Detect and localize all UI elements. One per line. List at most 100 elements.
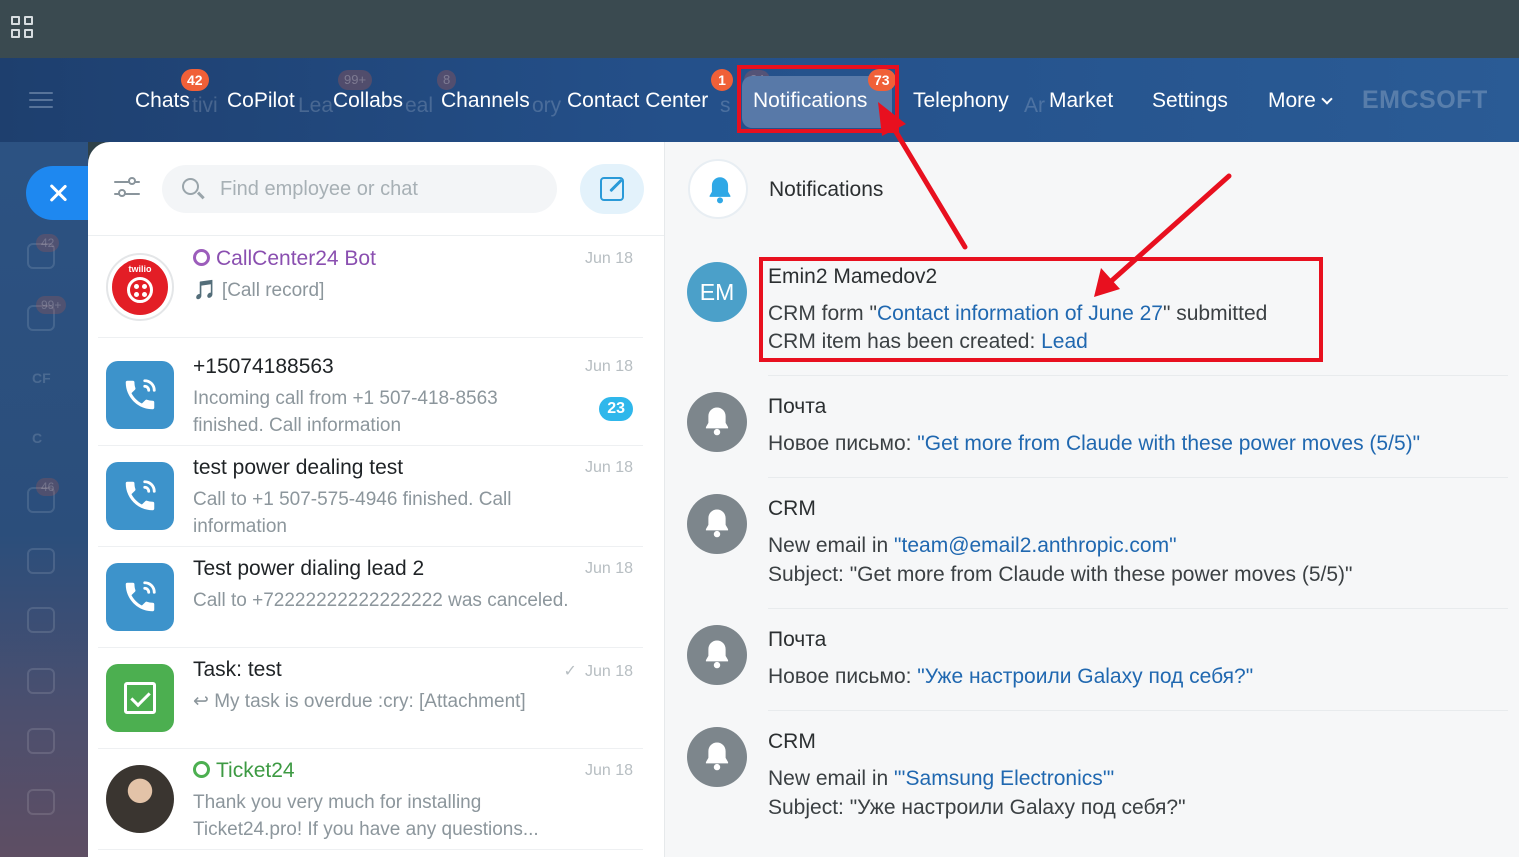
ghost-text: eal [405, 94, 434, 117]
notification-subject: Subject: "Get more from Claude with thes… [768, 563, 1353, 586]
search-input[interactable] [220, 165, 540, 213]
chat-list-item[interactable]: Test power dialing lead 2 Call to +72222… [98, 547, 643, 648]
menu-icon[interactable] [29, 92, 53, 108]
ghost-text: tivi [192, 94, 218, 117]
chat-date-text: Jun 18 [584, 663, 633, 680]
chat-preview: Call to +72222222222222222 was canceled. [193, 590, 569, 611]
notification-author: CRM [768, 730, 816, 753]
chat-date: Jun 18 [584, 560, 633, 577]
phone-avatar [106, 462, 174, 530]
highlight-box-notifications-tab [737, 65, 899, 133]
bot-icon [193, 761, 210, 778]
unread-counter: 23 [599, 397, 633, 421]
chat-title-text: CallCenter24 Bot [216, 247, 376, 270]
rail-label: C [32, 430, 43, 446]
bell-icon [687, 727, 747, 787]
nav-contact-center[interactable]: Contact Center [567, 88, 708, 114]
mailbox-link[interactable]: "team@email2.anthropic.com" [894, 534, 1177, 557]
task-check-icon [124, 682, 156, 714]
bell-icon [687, 494, 747, 554]
chat-list-item[interactable]: Ticket24 Thank you very much for install… [98, 749, 643, 850]
chat-list-item[interactable]: twilio CallCenter24 Bot 🎵 [Call record] … [98, 237, 643, 338]
twilio-logo-icon [127, 277, 153, 303]
divider [768, 710, 1508, 711]
twilio-avatar: twilio [106, 253, 174, 321]
close-button[interactable] [26, 166, 88, 220]
bell-icon [688, 159, 748, 219]
twilio-logo-text: twilio [128, 264, 152, 274]
filter-icon[interactable] [114, 176, 140, 200]
email-link[interactable]: "Уже настроили Galaxy под себя?" [917, 665, 1253, 688]
apps-grid-icon[interactable] [11, 16, 33, 38]
chat-list-item[interactable]: +15074188563 Incoming call from +1 507-4… [98, 345, 643, 446]
nav-telephony[interactable]: Telephony [913, 88, 1009, 114]
nav-market[interactable]: Market [1049, 88, 1113, 114]
nav-copilot[interactable]: CoPilot [227, 88, 295, 114]
divider [768, 608, 1508, 609]
user-avatar[interactable]: EM [687, 262, 747, 322]
chat-list-item[interactable]: test power dealing test Call to +1 507-5… [98, 446, 643, 547]
phone-call-icon [125, 480, 156, 511]
nav-channels[interactable]: Channels [441, 88, 530, 114]
nav-settings[interactable]: Settings [1152, 88, 1228, 114]
calendar-icon[interactable] [27, 728, 55, 754]
notification-text: Новое письмо: "Get more from Claude with… [768, 432, 1420, 456]
drive-icon[interactable] [27, 789, 55, 815]
chat-list-header [88, 142, 664, 236]
chat-title: CallCenter24 Bot [193, 247, 376, 271]
ghost-text: s [720, 94, 731, 117]
chat-preview: Incoming call from +1 507-418-8563 finis… [193, 388, 498, 436]
notification-text: New email in "team@email2.anthropic.com" [768, 534, 1177, 558]
text: Новое письмо: [768, 665, 918, 688]
new-chat-button[interactable] [580, 164, 644, 214]
text: New email in [768, 767, 895, 790]
bell-icon [687, 392, 747, 452]
ghost-badge: 99+ [338, 70, 373, 90]
highlight-box-notification [759, 257, 1323, 362]
contact-center-badge: 1 [711, 69, 733, 91]
chat-list-panel: twilio CallCenter24 Bot 🎵 [Call record] … [88, 142, 664, 857]
rail-badge: 42 [36, 234, 60, 252]
email-link[interactable]: "Get more from Claude with these power m… [917, 432, 1420, 455]
search-icon [182, 178, 199, 195]
crm-icon[interactable] [27, 548, 55, 574]
docs-icon[interactable] [27, 607, 55, 633]
chat-date: Jun 18 [584, 459, 633, 476]
chat-date: Jun 18 [584, 358, 633, 375]
phone-avatar [106, 563, 174, 631]
notification-text: New email in "'Samsung Electronics'" [768, 767, 1114, 791]
chat-preview: Thank you very much for installing Ticke… [193, 792, 539, 840]
chat-title-text: Ticket24 [216, 759, 295, 782]
mailbox-link[interactable]: "'Samsung Electronics'" [894, 767, 1114, 790]
brand-logo: EMCSOFT [1362, 86, 1488, 114]
chat-date: ✓ Jun 18 [564, 661, 633, 681]
rail-badge: 46 [36, 478, 60, 496]
ghost-badge: 8 [437, 70, 457, 90]
task-avatar [106, 664, 174, 732]
read-check-icon: ✓ [563, 663, 577, 680]
ghost-text: ory [532, 94, 562, 117]
nav-more-label: More [1268, 89, 1316, 112]
chat-title: Task: test [193, 658, 282, 681]
divider [768, 477, 1508, 478]
chat-date: Jun 18 [584, 762, 633, 779]
nav-chats[interactable]: Chats [135, 88, 190, 114]
top-strip [0, 0, 1519, 58]
search-box [162, 165, 557, 213]
text: New email in [768, 534, 895, 557]
user-avatar [106, 765, 174, 833]
chat-title: test power dealing test [193, 456, 404, 479]
sites-icon[interactable] [27, 668, 55, 694]
ghost-text: Ar [1024, 94, 1045, 117]
notifications-title: Notifications [769, 178, 884, 201]
rail-label: CF [32, 370, 51, 386]
nav-collabs[interactable]: Collabs [333, 88, 403, 114]
compose-icon [600, 177, 624, 201]
nav-more[interactable]: More [1268, 88, 1333, 114]
chat-list-item[interactable]: Task: test ↩ My task is overdue :cry: [A… [98, 648, 643, 749]
chat-preview: Call to +1 507-575-4946 finished. Call i… [193, 489, 512, 537]
bell-icon [687, 625, 747, 685]
chat-title: +15074188563 [193, 355, 334, 378]
chevron-down-icon [1321, 93, 1333, 105]
rail-badge: 99+ [36, 296, 67, 314]
